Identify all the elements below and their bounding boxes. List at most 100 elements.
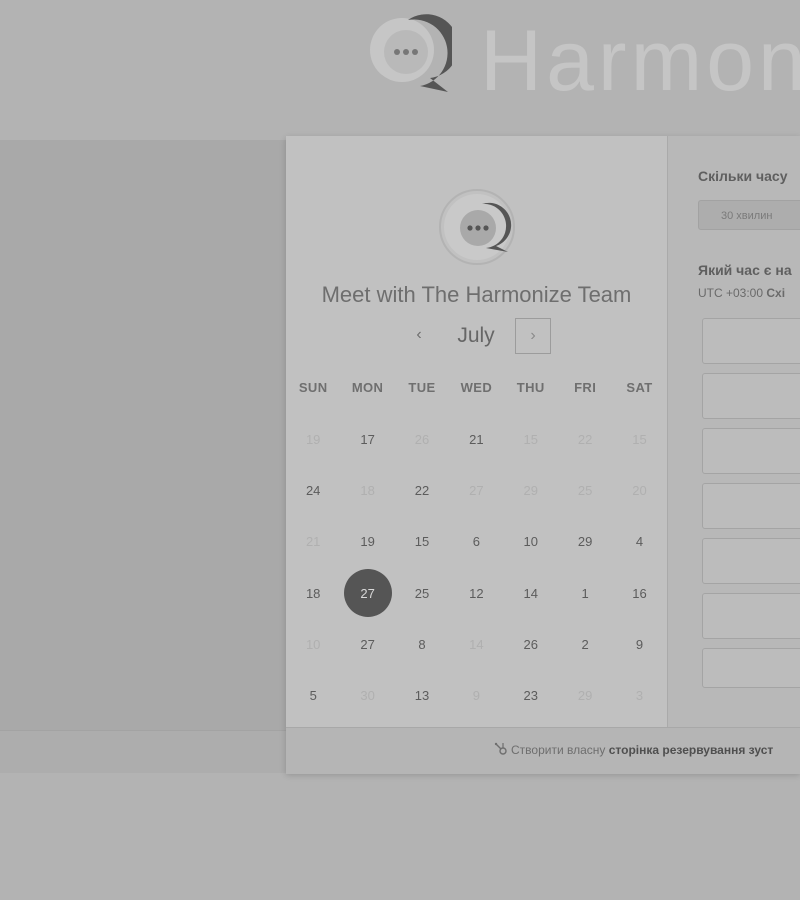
time-slot-button[interactable] bbox=[702, 593, 800, 639]
booking-card: Meet with The Harmonize Team ‹ July › SU… bbox=[286, 136, 800, 774]
next-month-button[interactable]: › bbox=[515, 318, 551, 354]
day-number: 17 bbox=[360, 432, 375, 448]
timezone-offset: UTC +03:00 bbox=[698, 286, 764, 300]
day-number: 27 bbox=[469, 483, 484, 499]
timezone-label[interactable]: UTC +03:00 Схі bbox=[698, 286, 785, 300]
calendar-day[interactable]: 16 bbox=[612, 568, 666, 619]
calendar-day[interactable]: 15 bbox=[395, 516, 449, 567]
card-footer: Створити власну сторінка резервування зу… bbox=[286, 727, 800, 774]
day-number: 19 bbox=[305, 432, 321, 448]
day-number: 10 bbox=[523, 534, 538, 550]
calendar-day[interactable]: 13 bbox=[395, 670, 449, 721]
calendar-day[interactable]: 29 bbox=[558, 516, 612, 567]
day-number: 22 bbox=[577, 432, 593, 448]
day-number: 9 bbox=[635, 636, 644, 652]
day-number: 22 bbox=[414, 483, 430, 499]
day-number: 14 bbox=[523, 585, 538, 601]
calendar-day[interactable]: 21 bbox=[449, 414, 503, 465]
calendar-day: 19 bbox=[286, 414, 340, 465]
calendar-day: 25 bbox=[558, 465, 612, 516]
time-slot-button[interactable] bbox=[702, 428, 800, 474]
day-number: 6 bbox=[472, 534, 480, 550]
chat-bubble-logo-icon bbox=[370, 14, 452, 92]
time-slot-button[interactable] bbox=[702, 648, 800, 688]
day-number: 21 bbox=[305, 534, 321, 550]
calendar-day: 10 bbox=[286, 619, 340, 670]
selected-day[interactable]: 27 bbox=[340, 568, 394, 619]
time-slot-button[interactable] bbox=[702, 483, 800, 529]
footer-link-text: сторінка резервування зуст bbox=[608, 743, 774, 757]
calendar-day: 9 bbox=[449, 670, 503, 721]
time-slot-button[interactable] bbox=[702, 538, 800, 584]
host-avatar bbox=[439, 189, 515, 265]
day-grid: 19 17 26 21 15 22 15 24 18 22 27 29 25 20 21 19 15 6 10 29 4… bbox=[286, 414, 667, 721]
create-page-link[interactable]: Створити власну сторінка резервування зу… bbox=[494, 742, 773, 757]
calendar-day: 30 bbox=[340, 670, 394, 721]
sprocket-icon bbox=[494, 742, 507, 755]
weekday-label: SUN bbox=[298, 380, 328, 395]
prev-month-button[interactable]: ‹ bbox=[406, 322, 432, 348]
day-number: 29 bbox=[577, 688, 593, 704]
day-number: 25 bbox=[414, 585, 430, 601]
weekday-header: SUN MON TUE WED THU FRI SAT bbox=[286, 380, 667, 395]
weekday-label: FRI bbox=[574, 380, 597, 395]
day-number: 16 bbox=[632, 585, 647, 601]
calendar-day[interactable]: 12 bbox=[449, 568, 503, 619]
weekday-label: WED bbox=[460, 380, 493, 395]
calendar-day: 26 bbox=[395, 414, 449, 465]
duration-option-button[interactable]: 30 хвилин bbox=[698, 200, 800, 230]
calendar-day[interactable]: 22 bbox=[395, 465, 449, 516]
calendar-day[interactable]: 1 bbox=[558, 568, 612, 619]
calendar-day: 15 bbox=[504, 414, 558, 465]
calendar-day[interactable]: 14 bbox=[504, 568, 558, 619]
calendar-day[interactable]: 17 bbox=[340, 414, 394, 465]
calendar-day: 18 bbox=[340, 465, 394, 516]
calendar-day[interactable]: 6 bbox=[449, 516, 503, 567]
calendar-day[interactable]: 19 bbox=[340, 516, 394, 567]
day-number: 18 bbox=[360, 483, 375, 499]
day-number: 9 bbox=[472, 688, 480, 704]
page-background-band bbox=[0, 140, 286, 732]
calendar-panel: Meet with The Harmonize Team ‹ July › SU… bbox=[286, 136, 667, 727]
time-selection-panel: Скільки часу 30 хвилин Який час є на UTC… bbox=[667, 136, 800, 727]
week-row: 5 30 13 9 23 29 3 bbox=[286, 670, 667, 721]
calendar-day[interactable]: 27 bbox=[340, 619, 394, 670]
week-row: 19 17 26 21 15 22 15 bbox=[286, 414, 667, 465]
calendar-day[interactable]: 25 bbox=[395, 568, 449, 619]
day-number: 23 bbox=[523, 688, 538, 704]
calendar-day: 27 bbox=[449, 465, 503, 516]
week-row: 18 27 25 12 14 1 16 bbox=[286, 568, 667, 619]
calendar-day[interactable]: 23 bbox=[504, 670, 558, 721]
time-slot-button[interactable] bbox=[702, 318, 800, 364]
calendar-day: 22 bbox=[558, 414, 612, 465]
day-number: 24 bbox=[305, 483, 321, 499]
calendar-day[interactable]: 9 bbox=[612, 619, 666, 670]
day-number: 29 bbox=[523, 483, 538, 499]
day-number: 15 bbox=[632, 432, 647, 448]
calendar-day[interactable]: 18 bbox=[286, 568, 340, 619]
calendar-day[interactable]: 5 bbox=[286, 670, 340, 721]
time-slot-button[interactable] bbox=[702, 373, 800, 419]
calendar-day: 20 bbox=[612, 465, 666, 516]
day-number: 27 bbox=[343, 569, 392, 618]
day-number: 21 bbox=[469, 432, 484, 448]
brand-logo: Harmon bbox=[368, 13, 800, 109]
day-number: 18 bbox=[305, 585, 321, 601]
brand-wordmark: Harmon bbox=[480, 13, 800, 109]
chevron-right-icon: › bbox=[530, 327, 536, 344]
calendar-day: 21 bbox=[286, 516, 340, 567]
day-number: 2 bbox=[581, 636, 589, 652]
month-label: July bbox=[457, 324, 495, 347]
calendar-day: 14 bbox=[449, 619, 503, 670]
calendar-day[interactable]: 24 bbox=[286, 465, 340, 516]
calendar-day[interactable]: 2 bbox=[558, 619, 612, 670]
day-number: 12 bbox=[469, 585, 484, 601]
calendar-day[interactable]: 4 bbox=[612, 516, 666, 567]
day-number: 25 bbox=[577, 483, 593, 499]
calendar-day[interactable]: 10 bbox=[504, 516, 558, 567]
day-number: 27 bbox=[360, 636, 375, 652]
calendar-day[interactable]: 26 bbox=[504, 619, 558, 670]
week-row: 24 18 22 27 29 25 20 bbox=[286, 465, 667, 516]
day-number: 10 bbox=[305, 636, 321, 652]
calendar-day[interactable]: 8 bbox=[395, 619, 449, 670]
